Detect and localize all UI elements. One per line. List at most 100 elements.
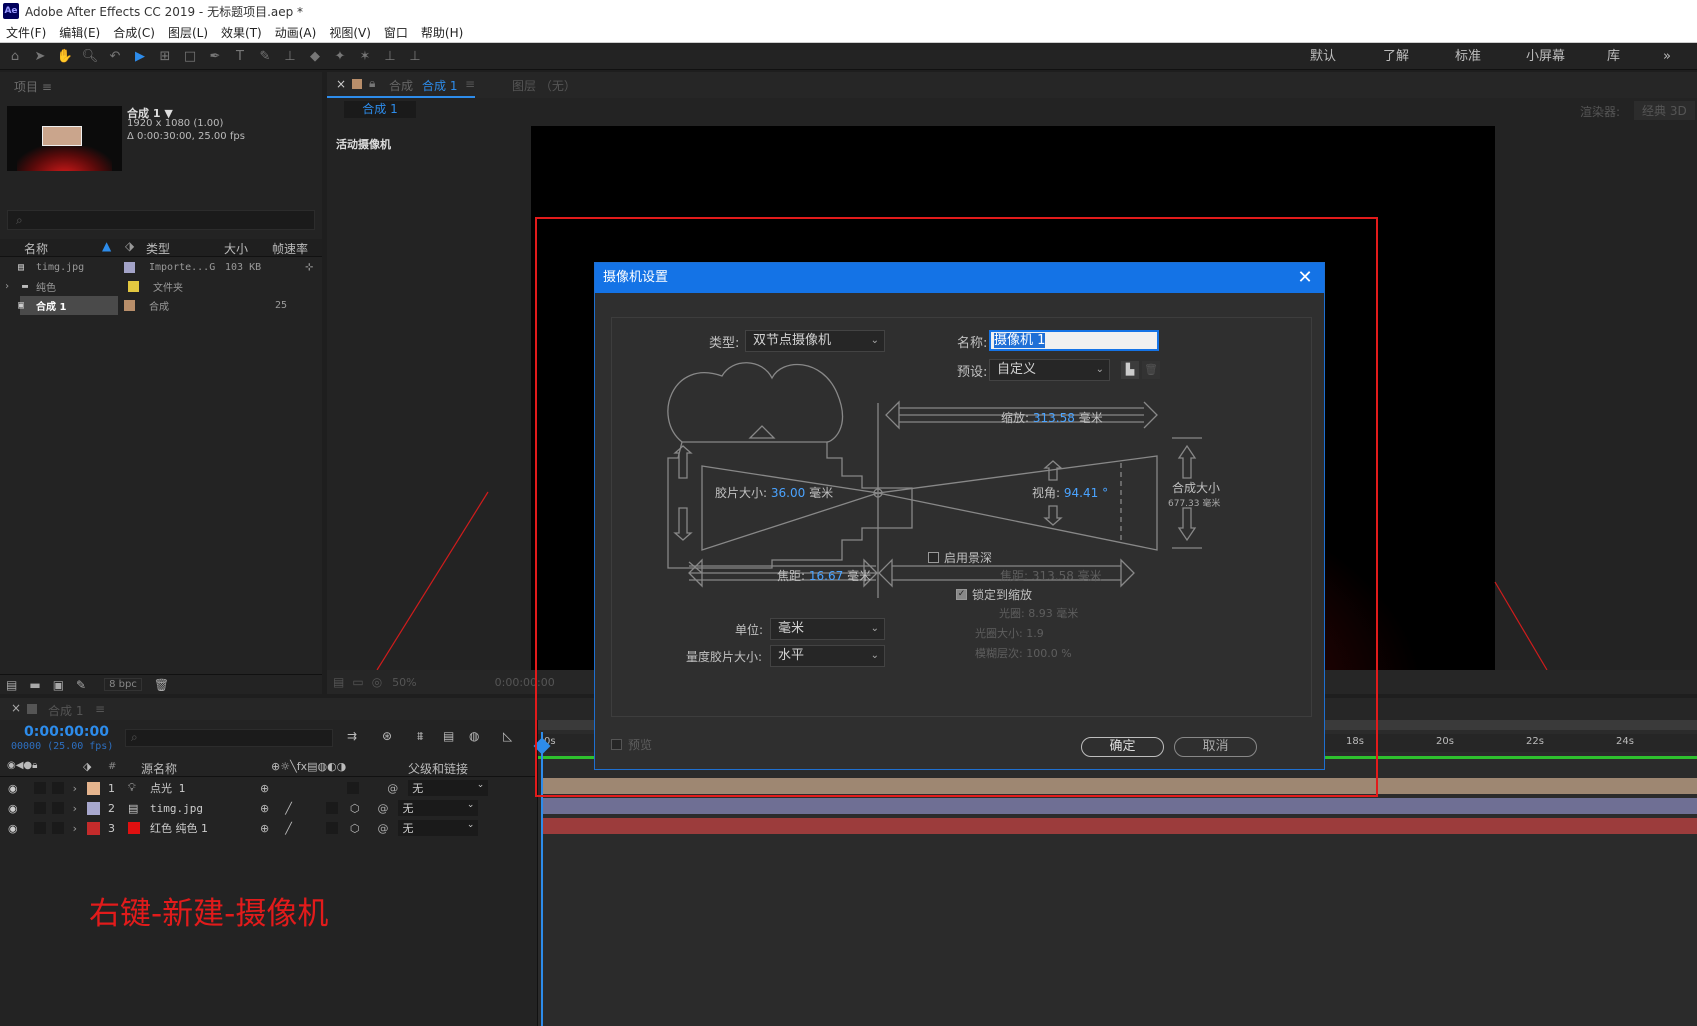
menu-composition[interactable]: 合成(C) bbox=[113, 24, 155, 41]
quality-switch-icon[interactable]: ╱ bbox=[285, 822, 292, 835]
flowchart-icon[interactable]: ⊹ bbox=[305, 262, 313, 273]
roto-brush-tool-icon[interactable]: ✦ bbox=[330, 46, 350, 66]
frame-blending-icon[interactable]: ▤ bbox=[443, 729, 454, 743]
menu-edit[interactable]: 编辑(E) bbox=[59, 24, 100, 41]
project-tab[interactable]: 项目 ≡ bbox=[14, 78, 52, 95]
monitor-icon[interactable]: ▭ bbox=[352, 675, 363, 689]
3d-cube-icon[interactable]: ⬡ bbox=[350, 802, 360, 815]
interpret-footage-icon[interactable]: ▤ bbox=[6, 678, 17, 692]
text-tool-icon[interactable]: T bbox=[230, 46, 250, 66]
timeline-tab[interactable]: 合成 1 bbox=[48, 702, 83, 719]
pickwhip-icon[interactable]: @ bbox=[377, 802, 388, 815]
shy-switch-icon[interactable]: ⊕ bbox=[260, 822, 269, 835]
label-color-swatch[interactable] bbox=[87, 821, 101, 835]
type-dropdown[interactable]: 双节点摄像机 ⌄ bbox=[745, 330, 885, 352]
workspace-learn[interactable]: 了解 bbox=[1383, 43, 1409, 70]
mask-icon[interactable]: ◎ bbox=[372, 675, 382, 689]
motion-blur-switch[interactable] bbox=[325, 822, 338, 834]
new-comp-icon[interactable]: ▣ bbox=[53, 678, 64, 692]
layer-bar-3[interactable] bbox=[542, 818, 1697, 834]
delete-preset-icon[interactable]: 🗑︎ bbox=[1142, 361, 1160, 379]
menu-help[interactable]: 帮助(H) bbox=[421, 24, 463, 41]
workspace-default[interactable]: 默认 bbox=[1310, 43, 1336, 70]
zoom-dropdown[interactable]: 50% bbox=[392, 676, 416, 689]
expand-chevron-icon[interactable]: › bbox=[73, 802, 77, 815]
visibility-eye-icon[interactable]: ◉ bbox=[8, 782, 18, 795]
preview-checkbox[interactable] bbox=[611, 739, 622, 750]
menu-window[interactable]: 窗口 bbox=[384, 24, 408, 41]
timeline-timecode[interactable]: 0:00:00:00 bbox=[24, 724, 109, 740]
adjust-icon[interactable]: ✎ bbox=[76, 678, 86, 692]
shy-switch-icon[interactable]: ⊕ bbox=[260, 802, 269, 815]
draft-3d-icon[interactable]: ⊛ bbox=[382, 729, 392, 743]
project-item-solids-folder[interactable]: › ▬ 纯色 文件夹 bbox=[0, 277, 320, 296]
clone-stamp-tool-icon[interactable]: ⊥ bbox=[280, 46, 300, 66]
lock-switch[interactable] bbox=[51, 822, 64, 834]
col-size[interactable]: 大小 bbox=[224, 240, 248, 257]
close-icon[interactable]: ✕ bbox=[1294, 263, 1316, 293]
menu-file[interactable]: 文件(F) bbox=[6, 24, 46, 41]
motion-blur-switch[interactable] bbox=[325, 802, 338, 814]
shy-icon[interactable]: ⩩ bbox=[417, 729, 423, 744]
selection-tool-icon[interactable]: ➤ bbox=[30, 46, 50, 66]
expand-chevron-icon[interactable]: › bbox=[73, 822, 77, 835]
col-type[interactable]: 类型 bbox=[146, 240, 170, 257]
trash-icon[interactable]: 🗑︎ bbox=[154, 678, 169, 692]
enable-dof-checkbox[interactable] bbox=[928, 552, 939, 563]
new-folder-icon[interactable]: ▬ bbox=[29, 678, 40, 692]
solo-switch[interactable] bbox=[33, 802, 46, 814]
motion-blur-icon[interactable]: ◍ bbox=[469, 729, 479, 743]
layer-bar-2[interactable] bbox=[542, 798, 1697, 814]
grid-icon[interactable]: ▤ bbox=[333, 675, 344, 689]
units-dropdown[interactable]: 毫米 ⌄ bbox=[770, 618, 885, 640]
zoom-tool-icon[interactable]: 🔍︎ bbox=[80, 46, 100, 66]
layer-name[interactable]: 红色 纯色 1 bbox=[150, 820, 260, 836]
pan-behind-tool-icon[interactable]: ⊞ bbox=[155, 46, 175, 66]
lock-switch[interactable] bbox=[51, 782, 64, 794]
measure-film-size-dropdown[interactable]: 水平 ⌄ bbox=[770, 645, 885, 667]
col-parent-link[interactable]: 父级和链接 bbox=[408, 760, 468, 777]
brush-tool-icon[interactable]: ✎ bbox=[255, 46, 275, 66]
workspace-standard[interactable]: 标准 bbox=[1455, 43, 1481, 70]
menu-effect[interactable]: 效果(T) bbox=[221, 24, 262, 41]
parent-dropdown[interactable]: 无 ⌄ bbox=[398, 800, 479, 816]
pickwhip-icon[interactable]: @ bbox=[377, 822, 388, 835]
workspace-libraries[interactable]: 库 bbox=[1607, 43, 1620, 70]
label-color-swatch[interactable] bbox=[124, 262, 135, 273]
3d-cube-icon[interactable]: ⬡ bbox=[350, 822, 360, 835]
comp-flowchart-icon[interactable]: ⇉ bbox=[347, 729, 357, 743]
project-item-timg[interactable]: ▤ timg.jpg Importe...G 103 KB ⊹ bbox=[0, 258, 320, 277]
preset-dropdown[interactable]: 自定义 ⌄ bbox=[989, 359, 1110, 381]
camera-name-input[interactable]: 摄像机 1 bbox=[989, 330, 1159, 351]
solo-switch[interactable] bbox=[33, 782, 46, 794]
lock-to-zoom-checkbox[interactable]: ✓ bbox=[956, 589, 967, 600]
parent-dropdown[interactable]: 无 ⌄ bbox=[398, 820, 479, 836]
layer-row-2[interactable]: ◉ › 2 ▤ timg.jpg ⊕ ╱ ⬡ @ 无 ⌄ bbox=[0, 798, 537, 818]
cancel-button[interactable]: 取消 bbox=[1174, 737, 1257, 757]
home-icon[interactable]: ⌂ bbox=[5, 46, 25, 66]
hand-tool-icon[interactable]: ✋ bbox=[55, 46, 75, 66]
label-color-swatch[interactable] bbox=[87, 801, 101, 815]
camera-tool-icon[interactable]: ▶ bbox=[130, 46, 150, 66]
menu-animation[interactable]: 动画(A) bbox=[275, 24, 317, 41]
pickwhip-icon[interactable]: @ bbox=[387, 782, 398, 795]
col-source-name[interactable]: 源名称 bbox=[141, 760, 177, 777]
solo-switch[interactable] bbox=[33, 822, 46, 834]
visibility-eye-icon[interactable]: ◉ bbox=[8, 822, 18, 835]
parent-dropdown[interactable]: 无 ⌄ bbox=[408, 780, 489, 796]
rectangle-tool-icon[interactable]: □ bbox=[180, 46, 200, 66]
col-name[interactable]: 名称 bbox=[24, 240, 48, 257]
project-item-comp1[interactable]: ▣ 合成 1 合成 25 bbox=[0, 296, 320, 315]
save-preset-icon[interactable]: ▙ bbox=[1121, 361, 1139, 379]
expand-chevron-icon[interactable]: › bbox=[4, 281, 22, 292]
project-search-input[interactable]: ⌕ bbox=[7, 210, 315, 230]
layer-row-3[interactable]: ◉ › 3 红色 纯色 1 ⊕ ╱ ⬡ @ 无 ⌄ bbox=[0, 818, 537, 838]
pen-tool-icon[interactable]: ✒ bbox=[205, 46, 225, 66]
label-color-swatch[interactable] bbox=[87, 781, 101, 795]
axis-local-icon[interactable]: ⊥ bbox=[380, 46, 400, 66]
layer-row-1[interactable]: ◉ › 1 💡︎ 点光 1 ⊕ @ 无 ⌄ bbox=[0, 778, 537, 798]
ok-button[interactable]: 确定 bbox=[1081, 737, 1164, 757]
layer-name[interactable]: 点光 1 bbox=[150, 780, 260, 796]
workspace-more-icon[interactable]: » bbox=[1663, 43, 1671, 70]
visibility-eye-icon[interactable]: ◉ bbox=[8, 802, 18, 815]
